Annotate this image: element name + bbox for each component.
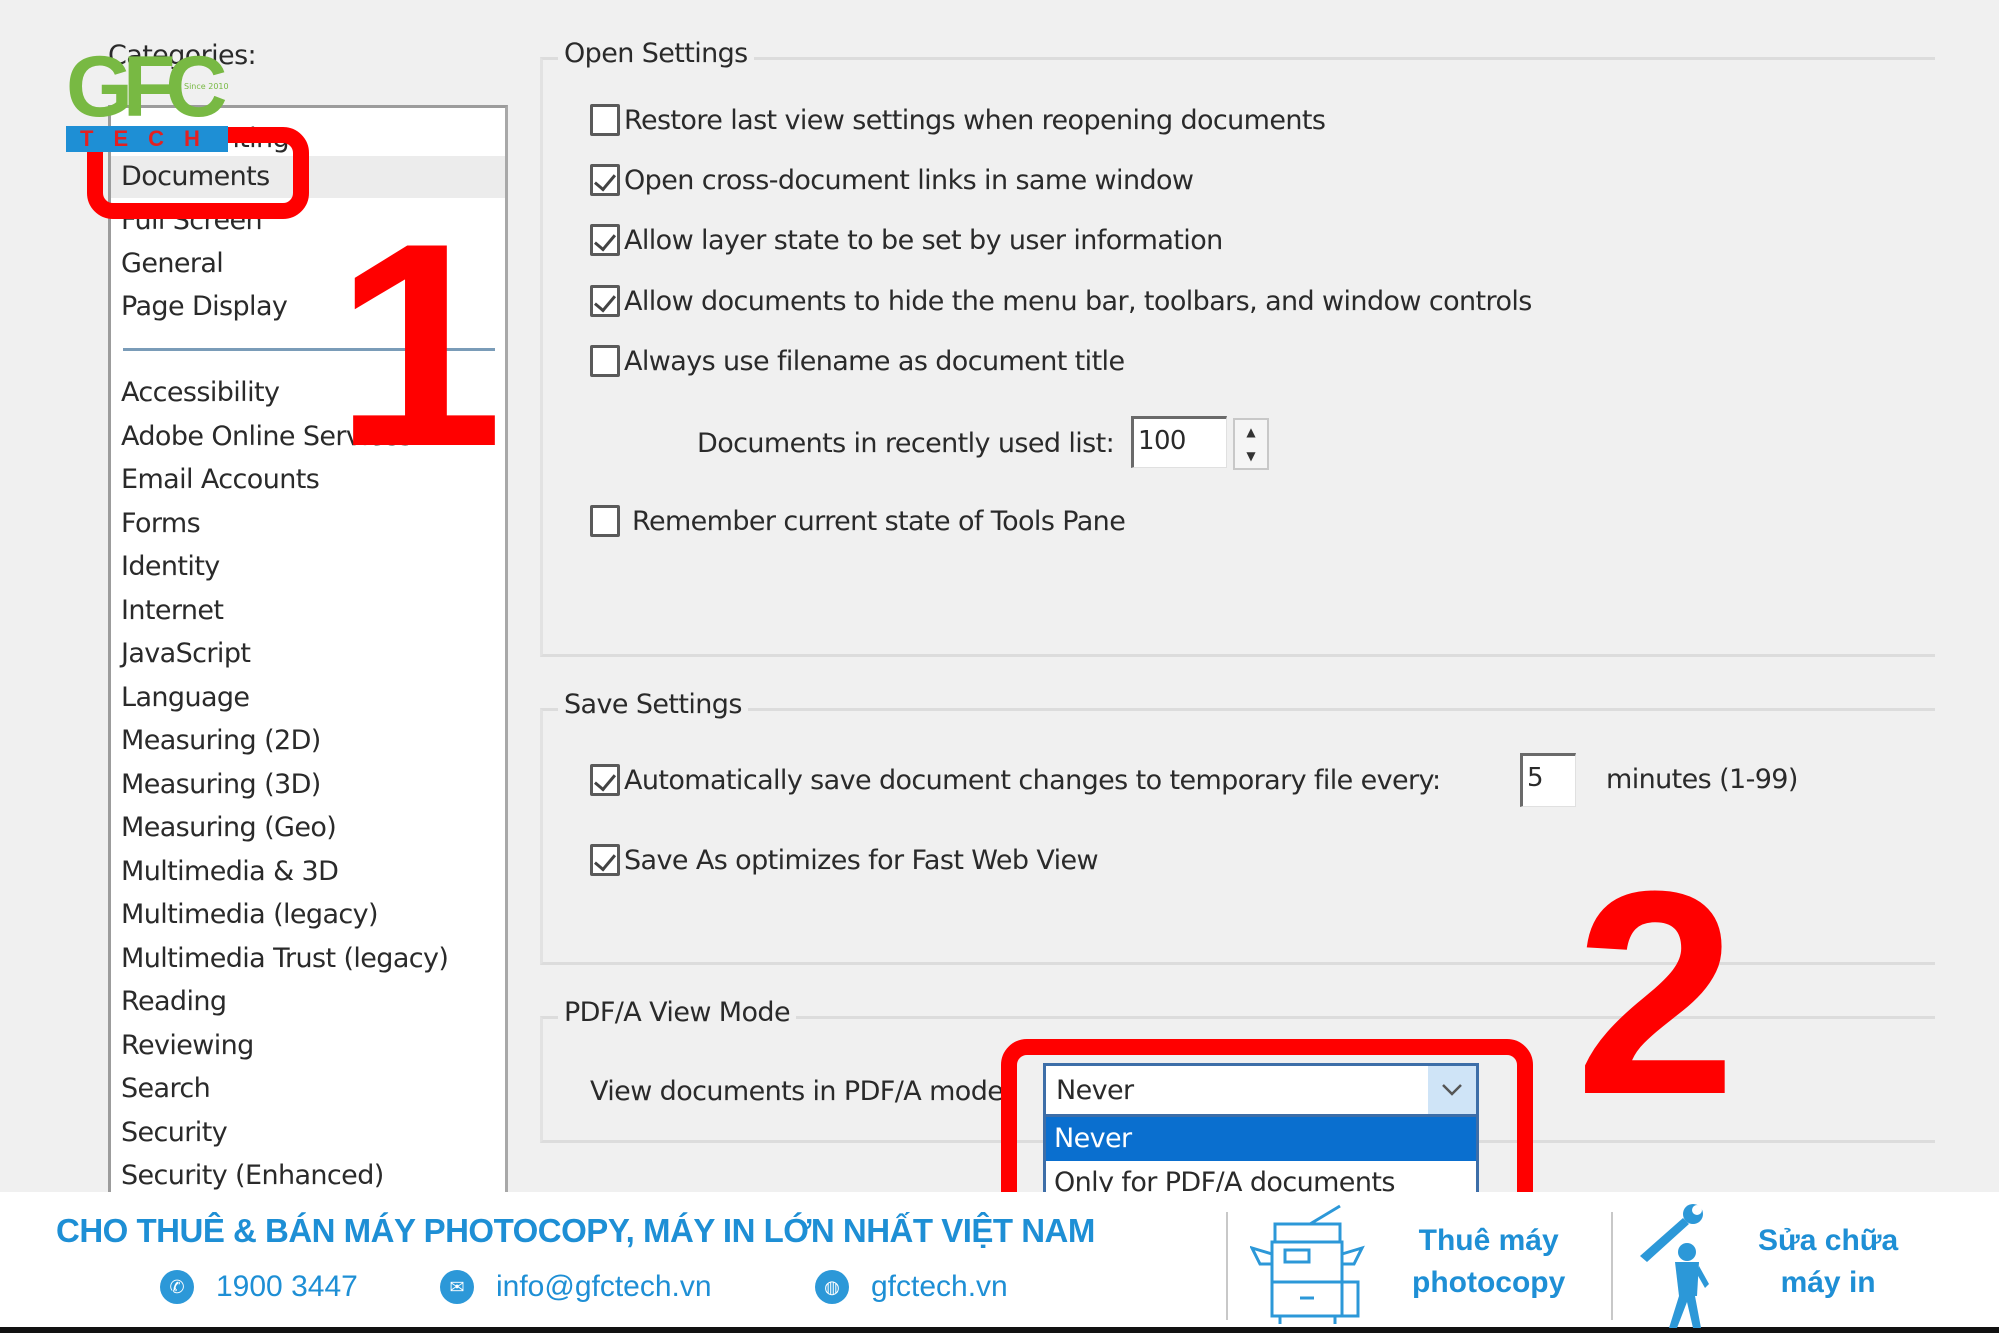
spinner-up-icon[interactable]: ▲ [1246,425,1255,439]
category-identity[interactable]: Identity [121,546,220,588]
category-language[interactable]: Language [121,677,250,719]
category-multimedia-trust-legacy[interactable]: Multimedia Trust (legacy) [121,938,449,980]
category-search[interactable]: Search [121,1068,211,1110]
category-general[interactable]: General [121,243,224,285]
category-reviewing[interactable]: Reviewing [121,1025,254,1067]
autosave-minutes-input[interactable]: 5 [1520,753,1576,807]
category-reading[interactable]: Reading [121,981,227,1023]
option-label: Save As optimizes for Fast Web View [624,844,1099,876]
option-filename-title[interactable]: Always use filename as document title [590,345,1125,377]
footer-headline: CHO THUÊ & BÁN MÁY PHOTOCOPY, MÁY IN LỚN… [56,1212,1095,1249]
service-line: photocopy [1412,1266,1566,1299]
option-label: Always use filename as document title [624,345,1125,377]
checkbox[interactable] [590,285,620,317]
checkbox[interactable] [590,844,620,876]
option-label: Allow documents to hide the menu bar, to… [624,285,1532,317]
pdfa-view-mode-title: PDF/A View Mode [558,997,796,1028]
email-address: info@gfctech.vn [496,1270,712,1303]
service-line: Thuê máy [1418,1224,1559,1257]
category-javascript[interactable]: JavaScript [121,633,251,675]
service-photocopy-rental[interactable]: Thuê máy photocopy [1412,1220,1565,1304]
option-autosave[interactable]: Automatically save document changes to t… [590,764,1441,796]
logo-tech: TECH [66,126,228,152]
checkbox[interactable] [590,164,620,196]
footer-website[interactable]: ◍ gfctech.vn [815,1270,1008,1304]
checkbox[interactable] [590,764,620,796]
option-hide-menu-bar[interactable]: Allow documents to hide the menu bar, to… [590,285,1532,317]
category-security-enhanced[interactable]: Security (Enhanced) [121,1155,384,1197]
recent-list-input[interactable]: 100 [1131,416,1227,468]
autosave-unit-label: minutes (1-99) [1606,764,1798,795]
category-security[interactable]: Security [121,1112,228,1154]
gfc-tech-logo: GFC Since 2010 TECH [66,44,236,156]
open-settings-title: Open Settings [558,38,754,69]
website-url: gfctech.vn [871,1270,1008,1303]
category-internet[interactable]: Internet [121,590,224,632]
category-email-accounts[interactable]: Email Accounts [121,459,320,501]
service-line: Sửa chữa [1758,1224,1899,1257]
category-multimedia-legacy[interactable]: Multimedia (legacy) [121,894,379,936]
category-measuring-2d[interactable]: Measuring (2D) [121,720,321,762]
option-label: Automatically save document changes to t… [624,764,1441,796]
category-measuring-3d[interactable]: Measuring (3D) [121,764,321,806]
mail-icon: ✉ [440,1270,474,1304]
repair-technician-icon [1635,1204,1725,1333]
footer-email[interactable]: ✉ info@gfctech.vn [440,1270,712,1304]
annotation-step-2: 2 [1575,831,1737,1155]
category-accessibility[interactable]: Accessibility [121,372,280,414]
phone-icon: ✆ [160,1270,194,1304]
option-cross-doc-links[interactable]: Open cross-document links in same window [590,164,1194,196]
checkbox[interactable] [590,104,620,136]
category-forms[interactable]: Forms [121,503,201,545]
globe-icon: ◍ [815,1270,849,1304]
footer-banner: CHO THUÊ & BÁN MÁY PHOTOCOPY, MÁY IN LỚN… [0,1192,1999,1333]
logo-since: Since 2010 [184,82,229,91]
service-printer-repair[interactable]: Sửa chữa máy in [1758,1220,1898,1304]
option-fast-web-view[interactable]: Save As optimizes for Fast Web View [590,844,1099,876]
checkbox[interactable] [590,345,620,377]
phone-number: 1900 3447 [216,1270,358,1303]
footer-divider [1611,1212,1613,1320]
option-label: Open cross-document links in same window [624,164,1194,196]
open-settings-group: Open Settings Restore last view settings… [540,38,1935,657]
save-settings-title: Save Settings [558,689,748,720]
category-multimedia-3d[interactable]: Multimedia & 3D [121,851,339,893]
option-label: Remember current state of Tools Pane [632,505,1126,537]
category-measuring-geo[interactable]: Measuring (Geo) [121,807,337,849]
checkbox[interactable] [590,505,620,537]
option-label: Restore last view settings when reopenin… [624,104,1326,136]
recent-list-label: Documents in recently used list: [697,428,1115,459]
annotation-step-1: 1 [333,183,504,507]
category-page-display[interactable]: Page Display [121,286,288,328]
option-restore-view[interactable]: Restore last view settings when reopenin… [590,104,1326,136]
checkbox[interactable] [590,224,620,256]
option-remember-tools[interactable]: Remember current state of Tools Pane [590,505,1126,537]
option-layer-state[interactable]: Allow layer state to be set by user info… [590,224,1223,256]
footer-phone[interactable]: ✆ 1900 3447 [160,1270,358,1304]
option-label: Allow layer state to be set by user info… [624,224,1223,256]
spinner-down-icon[interactable]: ▼ [1246,449,1255,463]
footer-divider [1226,1212,1228,1320]
service-line: máy in [1780,1266,1876,1299]
recent-list-spinner[interactable]: ▲ ▼ [1233,418,1269,470]
photocopier-icon [1249,1204,1375,1328]
pdfa-view-label: View documents in PDF/A mode [590,1076,1004,1107]
